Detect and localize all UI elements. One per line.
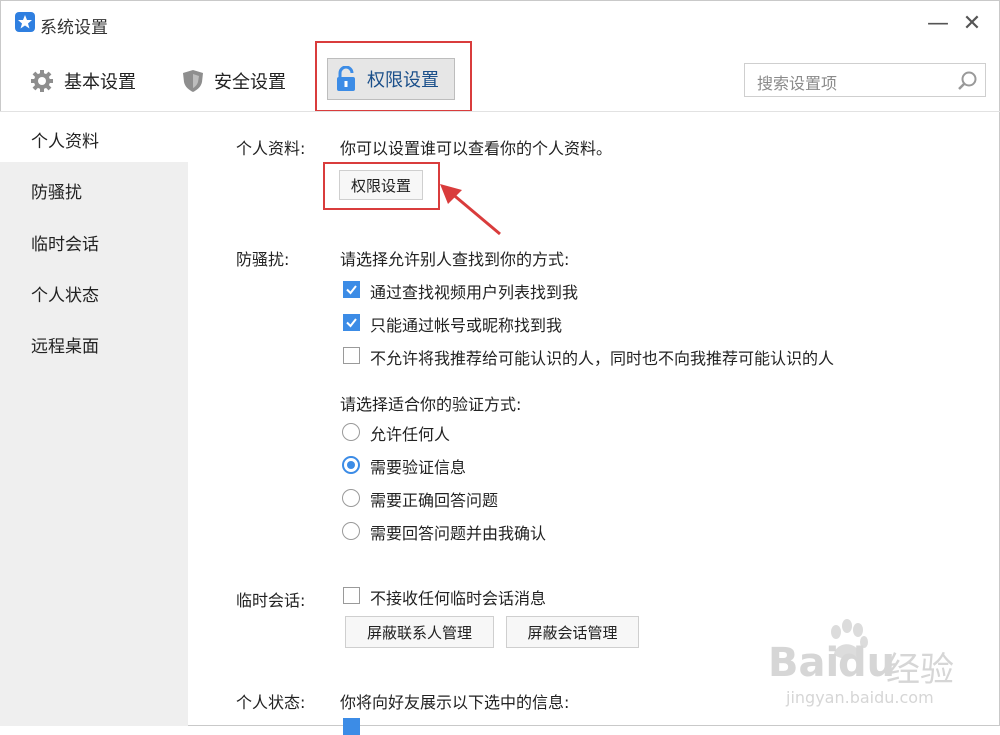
find-method-prompt: 请选择允许别人查找到你的方式: — [340, 250, 570, 269]
harassment-section-label: 防骚扰: — [236, 250, 290, 269]
verify-method-prompt: 请选择适合你的验证方式: — [340, 395, 522, 414]
watermark-url: jingyan.baidu.com — [786, 688, 934, 707]
watermark-brand: Bai — [768, 640, 840, 686]
radio-answer-and-confirm[interactable] — [342, 522, 360, 540]
option-reject-temp-session[interactable]: 不接收任何临时会话消息 — [370, 585, 546, 609]
sidebar-item-remote-desktop[interactable]: 远程桌面 — [31, 332, 99, 357]
checkbox-reject-temp-session[interactable] — [343, 587, 360, 604]
radio-allow-anyone[interactable] — [342, 423, 360, 441]
watermark-cn: 经验 — [886, 650, 954, 690]
tab-basic-label: 基本设置 — [64, 72, 136, 93]
blocked-contacts-button[interactable]: 屏蔽联系人管理 — [345, 616, 494, 648]
checkbox-account-only[interactable] — [343, 314, 360, 331]
verify-allow-anyone[interactable]: 允许任何人 — [370, 421, 450, 445]
shield-icon — [183, 70, 203, 92]
tab-permission-label: 权限设置 — [367, 70, 439, 91]
temp-session-section-label: 临时会话: — [236, 591, 306, 610]
verify-need-info[interactable]: 需要验证信息 — [370, 454, 466, 478]
tab-permission-content[interactable]: 权限设置 — [335, 64, 439, 94]
profile-description: 你可以设置谁可以查看你的个人资料。 — [340, 139, 613, 158]
checkbox-video-list[interactable] — [343, 281, 360, 298]
minimize-button[interactable]: — — [924, 10, 952, 38]
tab-basic-settings[interactable]: 基本设置 — [30, 66, 136, 96]
verify-answer-confirm[interactable]: 需要回答问题并由我确认 — [370, 520, 546, 544]
checkbox-no-recommend[interactable] — [343, 347, 360, 364]
tab-security-label: 安全设置 — [214, 72, 286, 93]
app-logo-icon — [15, 12, 35, 32]
option-no-recommend[interactable]: 不允许将我推荐给可能认识的人，同时也不向我推荐可能认识的人 — [370, 345, 834, 369]
verify-correct-answer[interactable]: 需要正确回答问题 — [370, 487, 498, 511]
search-box[interactable]: 搜索设置项 — [744, 63, 986, 97]
option-video-list[interactable]: 通过查找视频用户列表找到我 — [370, 279, 578, 303]
check-icon — [346, 285, 357, 295]
sidebar-item-status[interactable]: 个人状态 — [31, 281, 99, 306]
lock-icon — [337, 66, 355, 91]
pointer-arrow-icon — [440, 184, 501, 236]
search-input[interactable]: 搜索设置项 — [757, 70, 837, 94]
status-description: 你将向好友展示以下选中的信息: — [340, 693, 570, 712]
sidebar-item-profile[interactable]: 个人资料 — [31, 127, 99, 152]
option-account-only[interactable]: 只能通过帐号或昵称找到我 — [370, 312, 562, 336]
close-button[interactable]: ✕ — [958, 10, 986, 38]
check-icon — [346, 318, 357, 328]
blocked-sessions-button[interactable]: 屏蔽会话管理 — [506, 616, 639, 648]
tab-security-settings[interactable]: 安全设置 — [182, 66, 286, 96]
radio-need-verify-info[interactable] — [342, 456, 360, 474]
window-title: 系统设置 — [40, 18, 108, 38]
sidebar-item-anti-harassment[interactable]: 防骚扰 — [31, 178, 82, 203]
highlight-box-button — [323, 162, 440, 210]
profile-section-label: 个人资料: — [236, 139, 306, 158]
gear-icon — [31, 70, 53, 92]
radio-correct-answer[interactable] — [342, 489, 360, 507]
sidebar-item-temp-session[interactable]: 临时会话 — [31, 230, 99, 255]
search-icon[interactable] — [957, 70, 979, 92]
sidebar — [0, 112, 188, 726]
checkbox-status-partial[interactable] — [343, 718, 360, 735]
status-section-label: 个人状态: — [236, 693, 306, 712]
